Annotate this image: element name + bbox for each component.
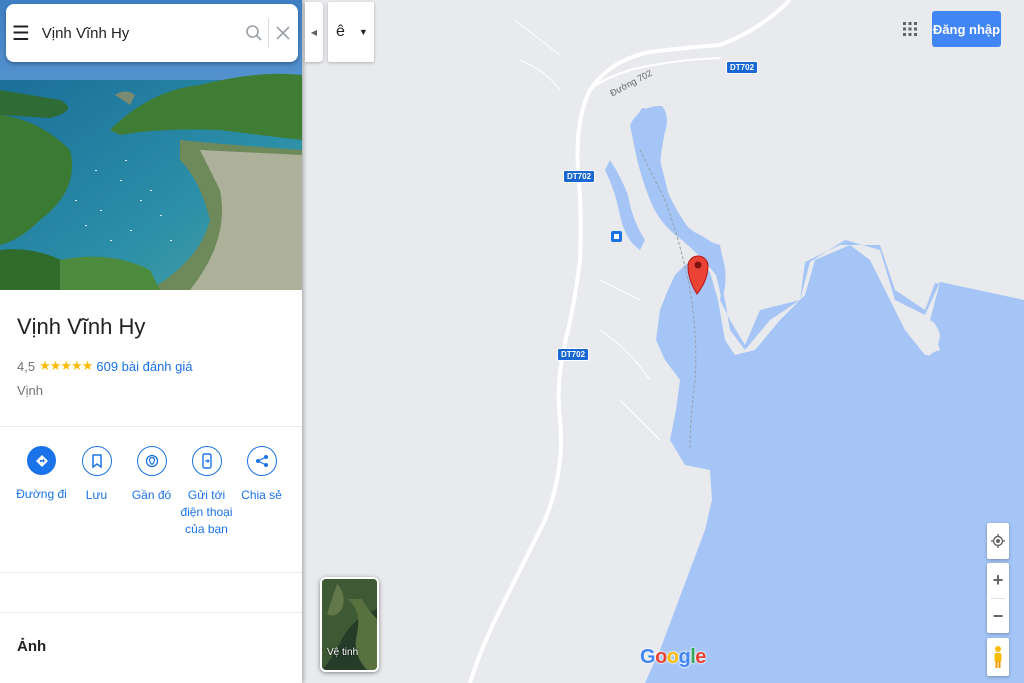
share-icon — [246, 446, 277, 476]
place-title: Vịnh Vĩnh Hy — [17, 314, 146, 339]
clear-search-button[interactable] — [268, 4, 298, 62]
divider — [0, 572, 302, 573]
send-to-phone-button[interactable]: Gửi tới điện thoại của bạn — [179, 446, 234, 538]
satellite-label: Vệ tinh — [327, 647, 359, 658]
search-icon — [246, 25, 262, 41]
menu-button[interactable]: ☰ — [6, 4, 36, 62]
input-tools-button[interactable]: ê ▼ — [328, 2, 374, 62]
nearby-label: Gần đó — [131, 488, 172, 502]
zoom-in-button[interactable]: + — [987, 563, 1009, 598]
directions-icon — [27, 446, 56, 475]
directions-button[interactable]: Đường đi — [14, 446, 69, 538]
hamburger-icon: ☰ — [11, 22, 30, 45]
send-to-phone-icon — [191, 446, 222, 476]
photos-heading: Ảnh — [17, 638, 47, 655]
search-input[interactable] — [35, 18, 241, 48]
search-box: ☰ — [6, 4, 298, 62]
apps-button[interactable] — [898, 17, 922, 41]
my-location-icon — [991, 534, 1005, 548]
save-button[interactable]: Lưu — [69, 446, 124, 538]
google-logo-letter: e — [695, 646, 706, 668]
send-to-phone-label: Gửi tới điện thoại của bạn — [180, 488, 233, 536]
divider — [0, 426, 302, 427]
share-button[interactable]: Chia sẻ — [234, 446, 289, 538]
road-shield: DT702 — [557, 348, 590, 361]
directions-label: Đường đi — [16, 487, 67, 501]
reviews-link[interactable]: 609 bài đánh giá — [96, 359, 192, 374]
rating-value: 4,5 — [17, 358, 36, 374]
nearby-icon — [136, 446, 167, 476]
road-shield: DT702 — [563, 170, 596, 183]
satellite-layer-toggle[interactable]: Vệ tinh — [320, 577, 379, 672]
google-logo-letter: G — [640, 646, 656, 668]
street-view-button[interactable] — [987, 638, 1009, 676]
zoom-out-button[interactable]: − — [987, 599, 1009, 634]
google-logo-letter: g — [678, 646, 691, 668]
rating-row: 4,5 ★★★★★ 609 bài đánh giá — [17, 358, 193, 374]
google-logo-letter: o — [666, 646, 679, 668]
place-panel: ☰ Vịnh Vĩnh Hy 4,5 ★★★★★ 609 bài đánh gi… — [0, 0, 302, 683]
rating-stars: ★★★★★ — [39, 358, 93, 373]
road-shield: DT702 — [726, 61, 759, 74]
chevron-left-icon: ◀ — [310, 27, 318, 37]
minus-icon: − — [992, 606, 1004, 626]
share-label: Chia sẻ — [241, 488, 282, 502]
nearby-button[interactable]: Gần đó — [124, 446, 179, 538]
my-location-button[interactable] — [987, 523, 1009, 559]
collapse-panel-button[interactable]: ◀ — [305, 2, 323, 62]
apps-grid-icon — [903, 22, 917, 36]
google-logo-letter: o — [655, 646, 667, 668]
close-icon — [276, 26, 290, 40]
pegman-icon — [994, 646, 1002, 668]
divider — [0, 612, 302, 613]
search-button[interactable] — [241, 4, 268, 62]
zoom-controls: + − — [987, 563, 1009, 633]
caret-down-icon: ▼ — [358, 27, 368, 37]
input-tool-char: ê — [336, 23, 345, 40]
google-logo: Google — [640, 646, 706, 669]
bookmark-icon — [81, 446, 112, 476]
signin-button[interactable]: Đăng nhập — [932, 11, 1001, 47]
action-bar: Đường đi Lưu Gần đó Gửi tới điện thoại c… — [14, 446, 294, 538]
save-label: Lưu — [85, 488, 108, 502]
bus-stop-icon — [611, 231, 622, 242]
plus-icon: + — [992, 570, 1004, 590]
place-type: Vịnh — [17, 383, 44, 398]
